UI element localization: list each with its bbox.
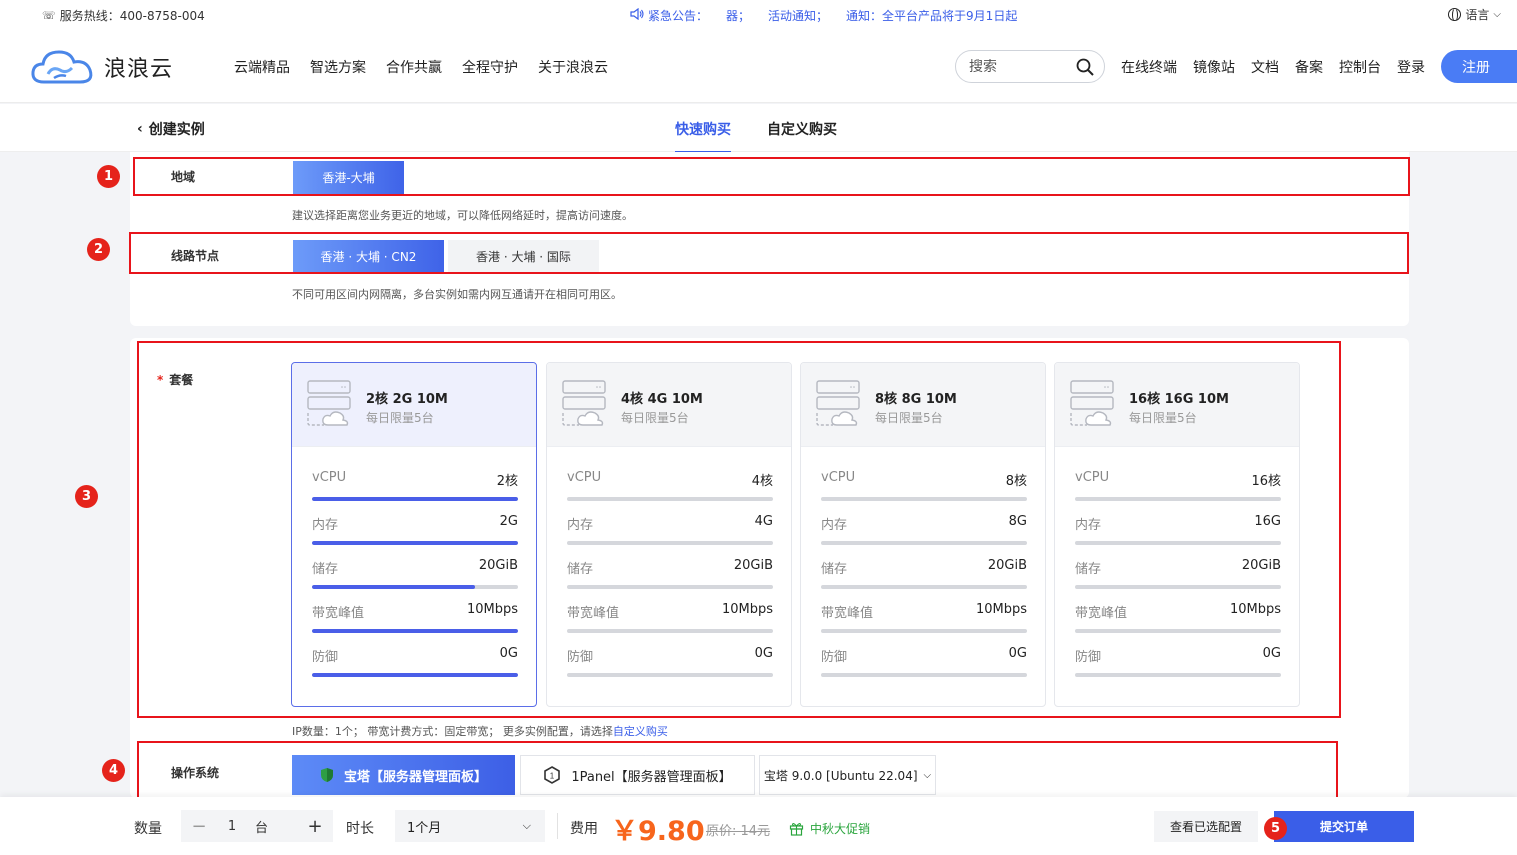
globe-icon: [1448, 8, 1462, 22]
plan-hint-text: IP数量：1个； 带宽计费方式：固定带宽； 更多实例配置，请选择: [292, 725, 613, 738]
chevron-down-icon: ⌵: [522, 819, 531, 832]
top-info-bar: ☏ 服务热线：400-8758-004 紧急公告： 器； 活动通知； 通知：全平…: [0, 0, 1517, 30]
duration-select[interactable]: 1个月 ⌵: [395, 810, 545, 842]
notice-ticker[interactable]: 紧急公告： 器； 活动通知； 通知：全平台产品将于9月1日起: [630, 7, 1017, 24]
order-bar: 数量 − 1 台 + 时长 1个月 ⌵ 费用 ￥9.80 原价: 14元 中秋大…: [0, 797, 1517, 855]
annotation-box-2: [129, 232, 1409, 274]
nav-link-login[interactable]: 登录: [1397, 57, 1425, 77]
nav-link-mirror[interactable]: 镜像站: [1193, 57, 1235, 77]
annotation-box-3: [137, 341, 1341, 718]
annotation-badge-4: 4: [102, 759, 125, 782]
price-value: ￥9.80: [611, 816, 705, 847]
nav-item-support[interactable]: 全程守护: [462, 57, 518, 77]
speaker-icon: [630, 7, 644, 23]
nav-link-console[interactable]: 控制台: [1339, 57, 1381, 77]
annotation-box-1: [133, 157, 1410, 196]
language-label: 语言: [1465, 8, 1490, 22]
nav-item-cloud-products[interactable]: 云端精品: [234, 57, 290, 77]
chevron-left-icon: ‹: [137, 121, 143, 137]
notice-item[interactable]: 通知：全平台产品将于9月1日起: [846, 7, 1017, 24]
cloud-logo-icon: [31, 50, 93, 84]
increment-button[interactable]: +: [297, 816, 333, 837]
nav-right-links: 在线终端 镜像站 文档 备案 控制台 登录: [1121, 57, 1425, 77]
page-subheader: ‹ 创建实例 快速购买 自定义购买: [0, 104, 1517, 153]
annotation-badge-2: 2: [87, 238, 110, 261]
search-icon[interactable]: [1076, 58, 1094, 76]
purchase-tabs: 快速购买 自定义购买: [675, 119, 837, 153]
annotation-badge-5: 5: [1264, 817, 1287, 840]
phone-icon: ☏: [42, 9, 56, 22]
nav-menu: 云端精品 智选方案 合作共赢 全程守护 关于浪浪云: [234, 57, 608, 77]
main-nav: 浪浪云 云端精品 智选方案 合作共赢 全程守护 关于浪浪云 在线终端 镜像站 文…: [0, 30, 1517, 103]
region-hint: 建议选择距离您业务更近的地域，可以降低网络延时，提高访问速度。: [292, 209, 633, 222]
custom-buy-link[interactable]: 自定义购买: [613, 725, 668, 738]
submit-order-button[interactable]: 提交订单: [1274, 811, 1414, 842]
promo-text: 中秋大促销: [810, 822, 871, 836]
quantity-stepper: − 1 台 +: [181, 810, 333, 842]
search-box[interactable]: [955, 50, 1105, 83]
page-title: 创建实例: [148, 122, 205, 138]
logo[interactable]: 浪浪云: [30, 46, 173, 88]
quantity-label: 数量: [134, 821, 162, 837]
annotation-badge-1: 1: [97, 165, 120, 188]
nav-link-docs[interactable]: 文档: [1251, 57, 1279, 77]
view-config-button[interactable]: 查看已选配置: [1154, 811, 1258, 842]
duration-label: 时长: [346, 821, 374, 837]
promo-tag: 中秋大促销: [789, 820, 870, 837]
tab-quick-buy[interactable]: 快速购买: [675, 119, 731, 153]
decrement-button[interactable]: −: [181, 816, 217, 837]
nav-link-terminal[interactable]: 在线终端: [1121, 57, 1177, 77]
notice-item[interactable]: 紧急公告：: [648, 7, 708, 24]
tab-custom-buy[interactable]: 自定义购买: [767, 119, 837, 153]
gift-icon: [789, 822, 804, 836]
notice-item[interactable]: 活动通知；: [768, 7, 828, 24]
nav-item-about[interactable]: 关于浪浪云: [538, 57, 608, 77]
back-button[interactable]: ‹ 创建实例: [137, 119, 205, 139]
original-price: 原价: 14元: [706, 824, 771, 839]
notice-item[interactable]: 器；: [726, 7, 750, 24]
nav-link-icp[interactable]: 备案: [1295, 57, 1323, 77]
language-selector[interactable]: 语言 ⌵: [1448, 6, 1501, 23]
annotation-box-4: [137, 741, 1338, 805]
nav-item-partners[interactable]: 合作共赢: [386, 57, 442, 77]
line-hint: 不同可用区间内网隔离，多台实例如需内网互通请开在相同可用区。: [292, 288, 622, 301]
fee-label: 费用: [570, 821, 598, 837]
duration-value: 1个月: [407, 820, 442, 836]
chevron-down-icon: ⌵: [1493, 9, 1501, 20]
register-button[interactable]: 注册: [1441, 50, 1517, 83]
annotation-badge-3: 3: [75, 485, 98, 508]
logo-text: 浪浪云: [104, 57, 174, 82]
quantity-unit: 台: [255, 820, 269, 836]
hotline: ☏ 服务热线：400-8758-004: [42, 7, 205, 24]
nav-item-solutions[interactable]: 智选方案: [310, 57, 366, 77]
divider: [557, 813, 558, 839]
quantity-value[interactable]: 1: [217, 819, 247, 834]
hotline-text: 服务热线：400-8758-004: [59, 9, 205, 23]
plan-hint: IP数量：1个； 带宽计费方式：固定带宽； 更多实例配置，请选择自定义购买: [292, 723, 668, 739]
search-input[interactable]: [969, 58, 1069, 75]
